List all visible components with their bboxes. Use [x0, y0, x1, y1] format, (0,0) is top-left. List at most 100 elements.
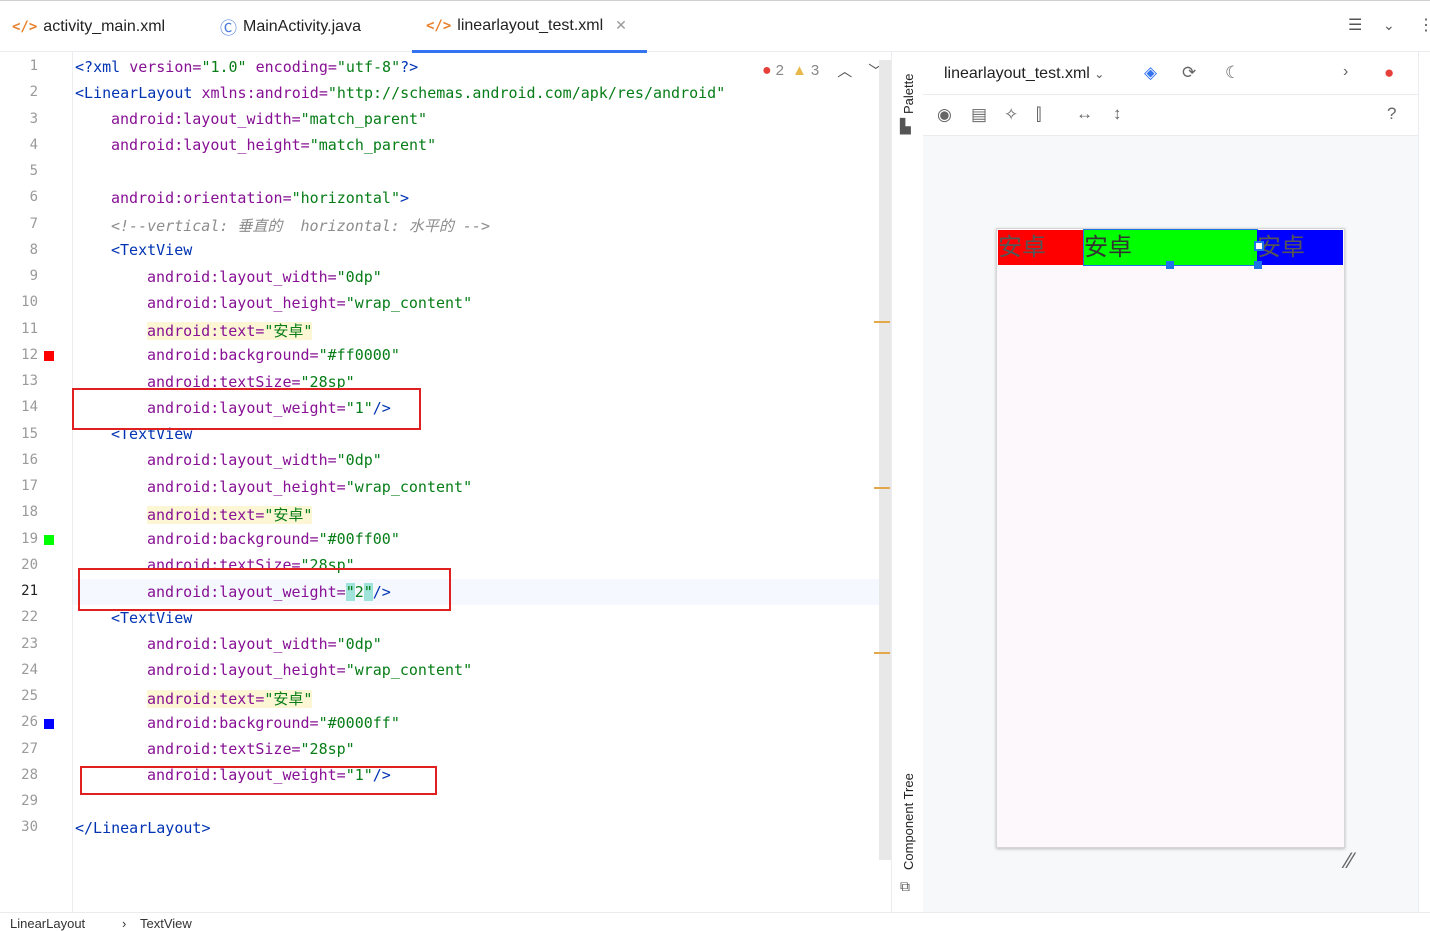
line-number: 9	[29, 268, 38, 284]
vertical-arrows-icon[interactable]: ↕	[1113, 104, 1122, 124]
xml-icon: </>	[12, 18, 38, 35]
editor-tab-bar: </> activity_main.xml Ⓒ MainActivity.jav…	[0, 0, 1430, 53]
palette-tab[interactable]: Palette	[901, 74, 916, 114]
resize-handle[interactable]	[1254, 241, 1264, 251]
code-line-10[interactable]: android:layout_height="wrap_content"	[147, 294, 472, 312]
color-swatch-red[interactable]	[44, 351, 54, 361]
line-number: 5	[29, 163, 38, 179]
chevron-down-icon[interactable]: ⌄	[1383, 17, 1395, 34]
resize-corner-icon[interactable]: ⁄⁄	[1346, 848, 1353, 874]
line-number: 27	[21, 740, 38, 757]
chevron-right-icon[interactable]: ›	[1343, 63, 1348, 81]
color-swatch-green[interactable]	[44, 535, 54, 545]
code-line-18[interactable]: android:text="安卓"	[147, 504, 313, 525]
blueprint-icon[interactable]: ▤	[971, 105, 987, 125]
clear-constraints-icon[interactable]: ⫿	[1036, 105, 1041, 125]
code-line-9[interactable]: android:layout_width="0dp"	[147, 268, 382, 286]
component-tree-tab[interactable]: Component Tree	[901, 773, 916, 870]
tab-activity-main[interactable]: </> activity_main.xml	[12, 1, 165, 52]
code-line-25[interactable]: android:text="安卓"	[147, 688, 313, 709]
code-line-11[interactable]: android:text="安卓"	[147, 320, 313, 341]
code-line-24[interactable]: android:layout_height="wrap_content"	[147, 661, 472, 679]
night-mode-icon[interactable]: ☾	[1225, 63, 1240, 83]
eye-icon[interactable]: ◉	[937, 105, 952, 125]
recent-files-icon[interactable]: ☰	[1348, 15, 1362, 35]
close-icon[interactable]: ✕	[615, 17, 627, 34]
annotation-box-weight-1	[72, 388, 421, 430]
breadcrumb: LinearLayout › TextView	[0, 912, 1430, 931]
color-swatch-blue[interactable]	[44, 719, 54, 729]
line-number: 29	[21, 793, 38, 809]
breadcrumb-item[interactable]: LinearLayout	[10, 916, 85, 931]
right-tool-strip	[1418, 52, 1430, 912]
code-line-2[interactable]: <LinearLayout xmlns:android="http://sche…	[75, 84, 725, 102]
problems-indicator[interactable]: ● 2 ▲ 3 ︿ ﹀	[762, 60, 883, 81]
component-tree-icon[interactable]: ⧉	[900, 878, 910, 895]
line-number: 13	[21, 373, 38, 389]
warning-count: 3	[810, 62, 820, 79]
chevron-up-icon[interactable]: ︿	[837, 60, 852, 81]
line-number: 14	[21, 399, 38, 416]
line-number: 10	[21, 294, 38, 311]
orientation-icon[interactable]: ⟳	[1182, 63, 1196, 83]
annotation-box-weight-2	[78, 568, 451, 611]
preview-textview-green[interactable]: 安卓	[1083, 229, 1258, 266]
device-preview[interactable]: 安卓 安卓 安卓	[996, 228, 1345, 848]
line-number: 11	[21, 320, 38, 337]
constraints-icon[interactable]: ✧	[1004, 105, 1018, 125]
code-line-26[interactable]: android:background="#0000ff"	[147, 714, 400, 732]
chevron-down-icon: ⌄	[1094, 67, 1105, 81]
code-line-6[interactable]: android:orientation="horizontal">	[111, 189, 409, 207]
palette-icon[interactable]: ▙	[900, 118, 911, 135]
breadcrumb-item[interactable]: TextView	[140, 916, 192, 931]
resize-handle[interactable]	[1254, 261, 1262, 269]
design-toolbar: linearlayout_test.xml ⌄ ◈ ⟳ ☾ › ●	[923, 52, 1418, 95]
code-line-17[interactable]: android:layout_height="wrap_content"	[147, 478, 472, 496]
line-number: 17	[21, 478, 38, 494]
line-number: 16	[21, 451, 38, 468]
code-line-12[interactable]: android:background="#ff0000"	[147, 346, 400, 364]
code-line-8[interactable]: <TextView	[111, 241, 192, 259]
tab-main-activity[interactable]: Ⓒ MainActivity.java	[220, 1, 361, 52]
line-number: 25	[21, 688, 38, 704]
code-line-7[interactable]: <!--vertical: 垂直的 horizontal: 水平的 -->	[111, 215, 490, 236]
help-icon[interactable]: ?	[1387, 104, 1396, 124]
line-number: 8	[29, 241, 38, 258]
more-icon[interactable]: ⋮	[1418, 15, 1430, 35]
code-line-22[interactable]: <TextView	[111, 609, 192, 627]
code-line-19[interactable]: android:background="#00ff00"	[147, 530, 400, 548]
code-line-1[interactable]: <?xml version="1.0" encoding="utf-8"?>	[75, 58, 418, 76]
line-number: 4	[29, 136, 38, 153]
error-icon[interactable]: ●	[1384, 63, 1394, 83]
side-tool-strip: Palette ▙ Component Tree ⧉	[891, 52, 924, 912]
line-number: 21	[21, 583, 38, 599]
code-line-23[interactable]: android:layout_width="0dp"	[147, 635, 382, 653]
line-number: 1	[29, 58, 38, 74]
code-line-30[interactable]: </LinearLayout>	[75, 819, 210, 837]
code-line-4[interactable]: android:layout_height="match_parent"	[111, 136, 436, 154]
tab-label: MainActivity.java	[243, 17, 361, 35]
tab-linearlayout-test[interactable]: </> linearlayout_test.xml ✕	[412, 1, 647, 53]
annotation-box-weight-3	[80, 766, 437, 795]
scroll-marker[interactable]	[874, 487, 890, 489]
code-line-27[interactable]: android:textSize="28sp"	[147, 740, 355, 758]
warning-icon: ▲	[792, 62, 807, 79]
line-number: 19	[21, 530, 38, 547]
line-number: 2	[29, 84, 38, 101]
scroll-marker[interactable]	[874, 652, 890, 654]
layout-file-dropdown[interactable]: linearlayout_test.xml ⌄	[944, 65, 1104, 83]
horizontal-arrows-icon[interactable]: ↔	[1076, 104, 1093, 124]
line-number: 18	[21, 504, 38, 521]
preview-textview-blue[interactable]: 安卓	[1257, 230, 1343, 265]
scroll-marker[interactable]	[874, 321, 890, 323]
editor-scrollbar[interactable]	[879, 60, 891, 860]
code-line-16[interactable]: android:layout_width="0dp"	[147, 451, 382, 469]
resize-handle[interactable]	[1166, 261, 1174, 269]
preview-textview-red[interactable]: 安卓	[998, 230, 1084, 265]
line-number: 24	[21, 661, 38, 678]
error-count: 2	[775, 62, 785, 79]
design-surface-icon[interactable]: ◈	[1144, 63, 1157, 83]
code-line-3[interactable]: android:layout_width="match_parent"	[111, 110, 427, 128]
line-number: 22	[21, 609, 38, 626]
line-number: 15	[21, 425, 38, 442]
